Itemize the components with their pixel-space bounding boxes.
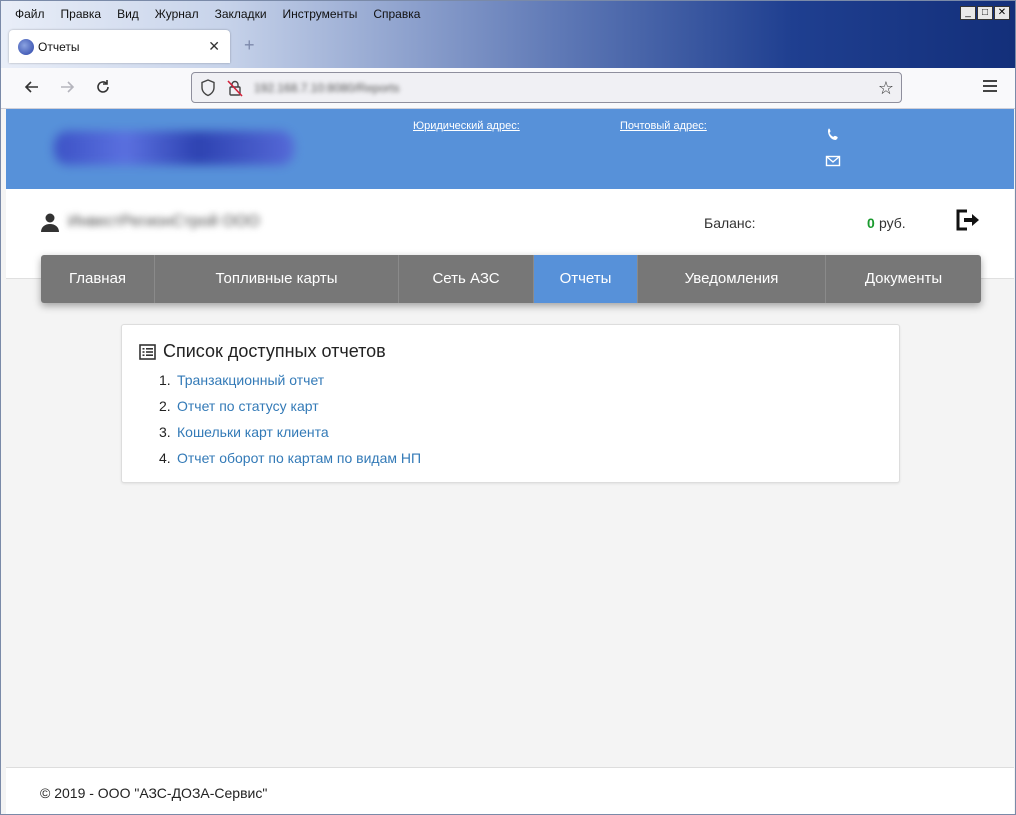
list-number: 2. xyxy=(159,398,171,414)
list-item: 4. Отчет оборот по картам по видам НП xyxy=(159,449,421,475)
forward-icon[interactable] xyxy=(56,78,78,100)
nav-tab-documents[interactable]: Документы xyxy=(826,255,981,303)
tab-close-icon[interactable]: ✕ xyxy=(208,38,220,55)
reload-icon[interactable] xyxy=(92,78,114,100)
menu-tools[interactable]: Инструменты xyxy=(275,5,366,23)
phone-icon xyxy=(828,128,838,140)
list-number: 4. xyxy=(159,450,171,466)
logout-icon[interactable] xyxy=(955,209,981,231)
menu-view[interactable]: Вид xyxy=(109,5,147,23)
menu-bookmarks[interactable]: Закладки xyxy=(207,5,275,23)
list-item: 1. Транзакционный отчет xyxy=(159,371,421,397)
report-link-card-status[interactable]: Отчет по статусу карт xyxy=(177,398,319,414)
window-close-button[interactable]: ✕ xyxy=(994,6,1010,20)
minimize-button[interactable]: _ xyxy=(960,6,976,20)
shield-icon[interactable] xyxy=(200,79,216,97)
favicon-icon xyxy=(18,39,34,55)
nav-tab-fuel-cards[interactable]: Топливные карты xyxy=(155,255,399,303)
balance-value: 0 xyxy=(867,215,875,231)
report-link-turnover[interactable]: Отчет оборот по картам по видам НП xyxy=(177,450,421,466)
address-bar[interactable]: 192.168.7.10:8080/Reports ☆ xyxy=(191,72,902,103)
new-tab-button[interactable]: + xyxy=(244,35,255,56)
user-icon xyxy=(41,213,59,232)
browser-tab[interactable]: Отчеты ✕ xyxy=(9,30,230,63)
report-link-card-wallets[interactable]: Кошельки карт клиента xyxy=(177,424,329,440)
postal-address-link[interactable]: Почтовый адрес: xyxy=(620,120,707,132)
web-page: Юридический адрес: Почтовый адрес: Инвес… xyxy=(6,109,1014,814)
url-text: 192.168.7.10:8080/Reports xyxy=(254,81,400,95)
menu-file[interactable]: Файл xyxy=(7,5,53,23)
insecure-lock-icon[interactable] xyxy=(227,79,243,97)
main-nav: Главная Топливные карты Сеть АЗС Отчеты … xyxy=(41,255,981,303)
app-menu-icon[interactable] xyxy=(983,80,997,92)
list-icon xyxy=(139,344,156,360)
reports-panel: Список доступных отчетов 1. Транзакционны… xyxy=(121,324,900,483)
back-icon[interactable] xyxy=(21,78,43,100)
nav-tab-reports[interactable]: Отчеты xyxy=(534,255,638,303)
list-number: 3. xyxy=(159,424,171,440)
nav-tab-stations[interactable]: Сеть АЗС xyxy=(399,255,534,303)
balance-label: Баланс: xyxy=(704,215,756,231)
company-logo[interactable] xyxy=(54,131,294,165)
site-header: Юридический адрес: Почтовый адрес: xyxy=(6,109,1014,189)
report-link-transactions[interactable]: Транзакционный отчет xyxy=(177,372,324,388)
menu-help[interactable]: Справка xyxy=(365,5,428,23)
report-list: 1. Транзакционный отчет 2. Отчет по статус… xyxy=(159,371,421,475)
browser-window: Файл Правка Вид Журнал Закладки Инструме… xyxy=(0,0,1016,815)
footer-copyright: © 2019 - ООО "АЗС-ДОЗА-Сервис" xyxy=(40,785,268,801)
nav-tab-home[interactable]: Главная xyxy=(41,255,155,303)
panel-title: Список доступных отчетов xyxy=(163,341,386,361)
menu-edit[interactable]: Правка xyxy=(53,5,110,23)
list-item: 2. Отчет по статусу карт xyxy=(159,397,421,423)
list-number: 1. xyxy=(159,372,171,388)
maximize-button[interactable]: □ xyxy=(977,6,993,20)
mail-icon xyxy=(825,155,841,167)
menu-history[interactable]: Журнал xyxy=(147,5,207,23)
list-item: 3. Кошельки карт клиента xyxy=(159,423,421,449)
menu-bar: Файл Правка Вид Журнал Закладки Инструме… xyxy=(7,5,428,23)
user-name: ИнвестРегионСтрой ООО xyxy=(68,213,260,230)
title-bar: Файл Правка Вид Журнал Закладки Инструме… xyxy=(1,1,1015,68)
page-footer: © 2019 - ООО "АЗС-ДОЗА-Сервис" xyxy=(6,767,1014,814)
window-controls: _ □ ✕ xyxy=(960,6,1010,20)
balance-unit: руб. xyxy=(879,215,906,231)
browser-toolbar: 192.168.7.10:8080/Reports ☆ xyxy=(1,68,1015,109)
tab-title: Отчеты xyxy=(38,40,80,54)
legal-address-link[interactable]: Юридический адрес: xyxy=(413,120,520,132)
bookmark-star-icon[interactable]: ☆ xyxy=(878,78,894,99)
nav-tab-notifications[interactable]: Уведомления xyxy=(638,255,826,303)
